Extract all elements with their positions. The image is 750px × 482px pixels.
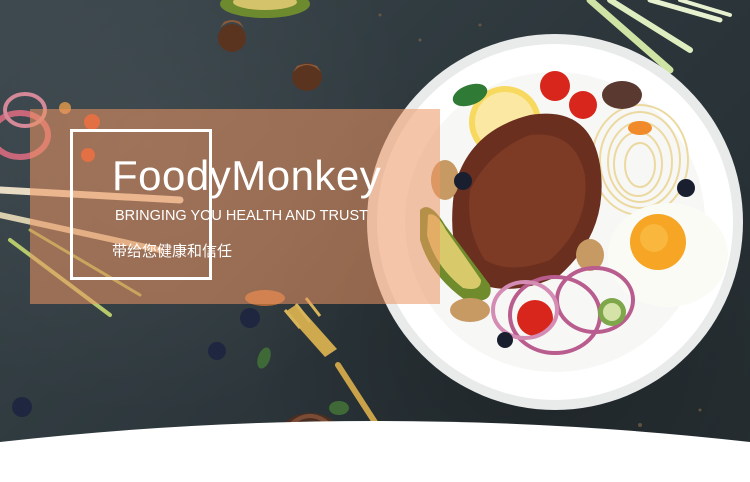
nut-top bbox=[218, 20, 246, 52]
nut-middle bbox=[292, 63, 322, 91]
shrimp bbox=[628, 121, 652, 135]
clam bbox=[602, 81, 642, 109]
brand-tagline-english: BRINGING YOU HEALTH AND TRUST bbox=[115, 208, 368, 224]
brand-title: FoodyMonkey bbox=[112, 152, 382, 199]
leaves bbox=[257, 347, 349, 415]
blueberries bbox=[12, 308, 260, 417]
brand-tagline-chinese: 带给您健康和信任 bbox=[112, 242, 233, 260]
fried-egg bbox=[608, 203, 728, 307]
bottom-curve bbox=[0, 421, 750, 482]
